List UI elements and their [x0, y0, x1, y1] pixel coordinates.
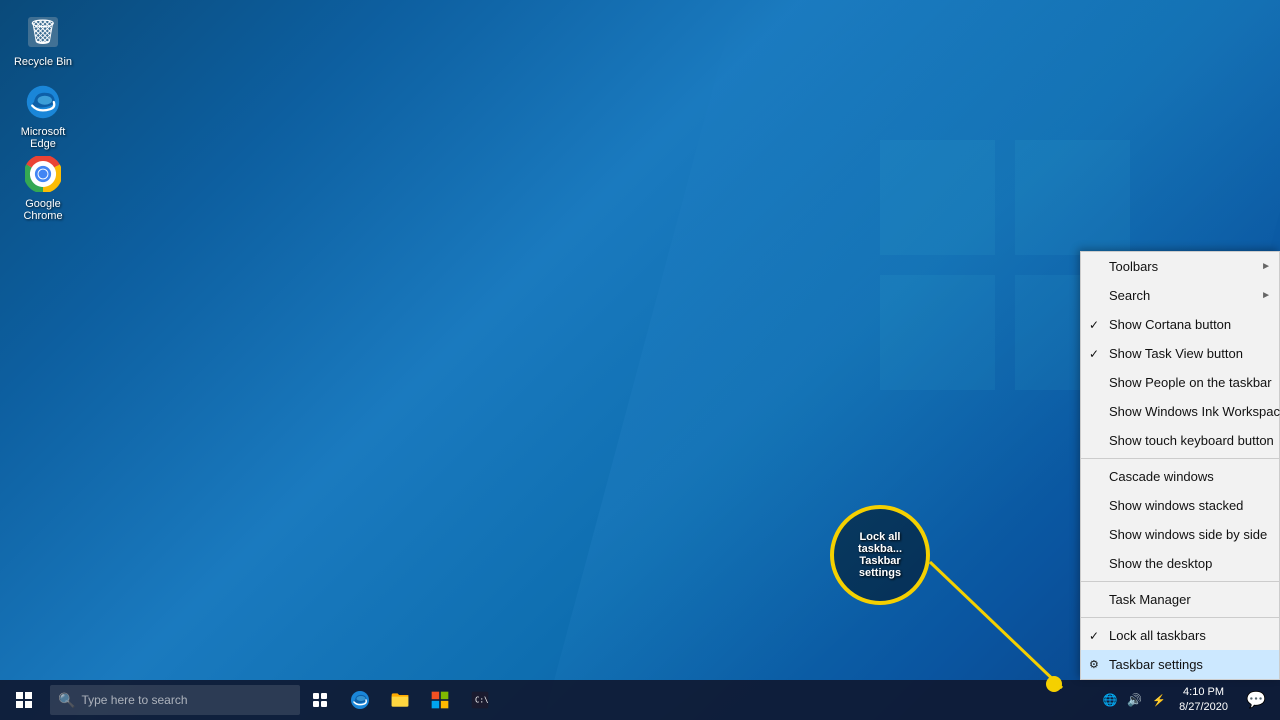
separator-1	[1081, 458, 1279, 459]
cortana-check: ✓	[1089, 318, 1099, 332]
separator-3	[1081, 617, 1279, 618]
separator-2	[1081, 581, 1279, 582]
menu-item-show-desktop-label: Show the desktop	[1109, 556, 1212, 571]
taskbar-edge-icon	[350, 690, 370, 710]
edge-svg	[23, 82, 63, 122]
menu-item-search-label: Search	[1109, 288, 1150, 303]
search-arrow: ►	[1261, 290, 1271, 301]
taskbar-store-button[interactable]	[420, 680, 460, 720]
context-menu: Toolbars ► Search ► ✓ Show Cortana butto…	[1080, 251, 1280, 680]
store-icon	[430, 690, 450, 710]
clock-time: 4:10 PM	[1179, 685, 1228, 700]
microsoft-edge-icon[interactable]: MicrosoftEdge	[8, 78, 78, 154]
taskbar: 🔍 Type here to search	[0, 680, 1280, 720]
task-view-icon	[312, 692, 328, 708]
system-tray: 🌐 🔊 ⚡ 4:10 PM 8/27/2020 💬	[1097, 680, 1280, 720]
taskbar-search[interactable]: 🔍 Type here to search	[50, 685, 300, 715]
menu-item-stacked[interactable]: Show windows stacked	[1081, 491, 1279, 520]
menu-item-people[interactable]: Show People on the taskbar	[1081, 368, 1279, 397]
menu-item-show-desktop[interactable]: Show the desktop	[1081, 549, 1279, 578]
windows-logo-icon	[16, 692, 32, 708]
recycle-bin-label: Recycle Bin	[14, 56, 72, 68]
menu-item-task-view-label: Show Task View button	[1109, 346, 1243, 361]
menu-item-ink[interactable]: Show Windows Ink Workspace button	[1081, 397, 1279, 426]
search-placeholder-text: Type here to search	[81, 693, 187, 707]
lock-taskbars-check: ✓	[1089, 629, 1099, 643]
menu-item-cascade[interactable]: Cascade windows	[1081, 462, 1279, 491]
clock-date: 8/27/2020	[1179, 700, 1228, 715]
menu-item-ink-label: Show Windows Ink Workspace button	[1109, 404, 1280, 419]
menu-item-lock-taskbars[interactable]: ✓ Lock all taskbars	[1081, 621, 1279, 650]
cmd-icon: C:\	[470, 690, 490, 710]
menu-item-side-by-side[interactable]: Show windows side by side	[1081, 520, 1279, 549]
start-button[interactable]	[0, 680, 48, 720]
menu-item-touch-kb-label: Show touch keyboard button	[1109, 433, 1274, 448]
toolbars-arrow: ►	[1261, 261, 1271, 272]
task-view-button[interactable]	[300, 680, 340, 720]
task-view-check: ✓	[1089, 347, 1099, 361]
menu-item-search[interactable]: Search ►	[1081, 281, 1279, 310]
volume-icon[interactable]: 🔊	[1122, 693, 1147, 707]
recycle-bin-svg: 🗑	[23, 12, 63, 52]
search-icon: 🔍	[58, 692, 75, 709]
menu-item-lock-taskbars-label: Lock all taskbars	[1109, 628, 1206, 643]
recycle-bin-icon[interactable]: 🗑 Recycle Bin	[8, 8, 78, 72]
svg-text:C:\: C:\	[475, 696, 489, 705]
menu-item-cascade-label: Cascade windows	[1109, 469, 1214, 484]
menu-item-task-manager-label: Task Manager	[1109, 592, 1191, 607]
network-icon[interactable]: 🌐	[1097, 693, 1122, 707]
menu-item-cortana[interactable]: ✓ Show Cortana button	[1081, 310, 1279, 339]
menu-item-people-label: Show People on the taskbar	[1109, 375, 1272, 390]
svg-text:🗑: 🗑	[28, 19, 58, 46]
google-chrome-icon[interactable]: GoogleChrome	[8, 150, 78, 226]
file-explorer-icon	[390, 690, 410, 710]
battery-icon[interactable]: ⚡	[1147, 694, 1171, 707]
taskbar-cmd-button[interactable]: C:\	[460, 680, 500, 720]
menu-item-side-by-side-label: Show windows side by side	[1109, 527, 1267, 542]
system-clock[interactable]: 4:10 PM 8/27/2020	[1171, 685, 1236, 716]
menu-item-cortana-label: Show Cortana button	[1109, 317, 1231, 332]
menu-item-task-view[interactable]: ✓ Show Task View button	[1081, 339, 1279, 368]
menu-item-task-manager[interactable]: Task Manager	[1081, 585, 1279, 614]
desktop: 🗑 Recycle Bin MicrosoftEdge	[0, 0, 1280, 720]
taskbar-edge-button[interactable]	[340, 680, 380, 720]
menu-item-taskbar-settings[interactable]: ⚙ Taskbar settings	[1081, 650, 1279, 679]
taskbar-file-explorer-button[interactable]	[380, 680, 420, 720]
menu-item-touch-kb[interactable]: Show touch keyboard button	[1081, 426, 1279, 455]
menu-item-taskbar-settings-label: Taskbar settings	[1109, 657, 1203, 672]
menu-item-toolbars[interactable]: Toolbars ►	[1081, 252, 1279, 281]
tray-icons: 🌐 🔊 ⚡	[1097, 693, 1171, 707]
gear-icon: ⚙	[1089, 658, 1099, 671]
chrome-label: GoogleChrome	[23, 198, 62, 222]
notification-icon[interactable]: 💬	[1236, 680, 1276, 720]
menu-item-stacked-label: Show windows stacked	[1109, 498, 1243, 513]
edge-label: MicrosoftEdge	[21, 126, 66, 150]
menu-item-toolbars-label: Toolbars	[1109, 259, 1158, 274]
chrome-svg	[23, 154, 63, 194]
